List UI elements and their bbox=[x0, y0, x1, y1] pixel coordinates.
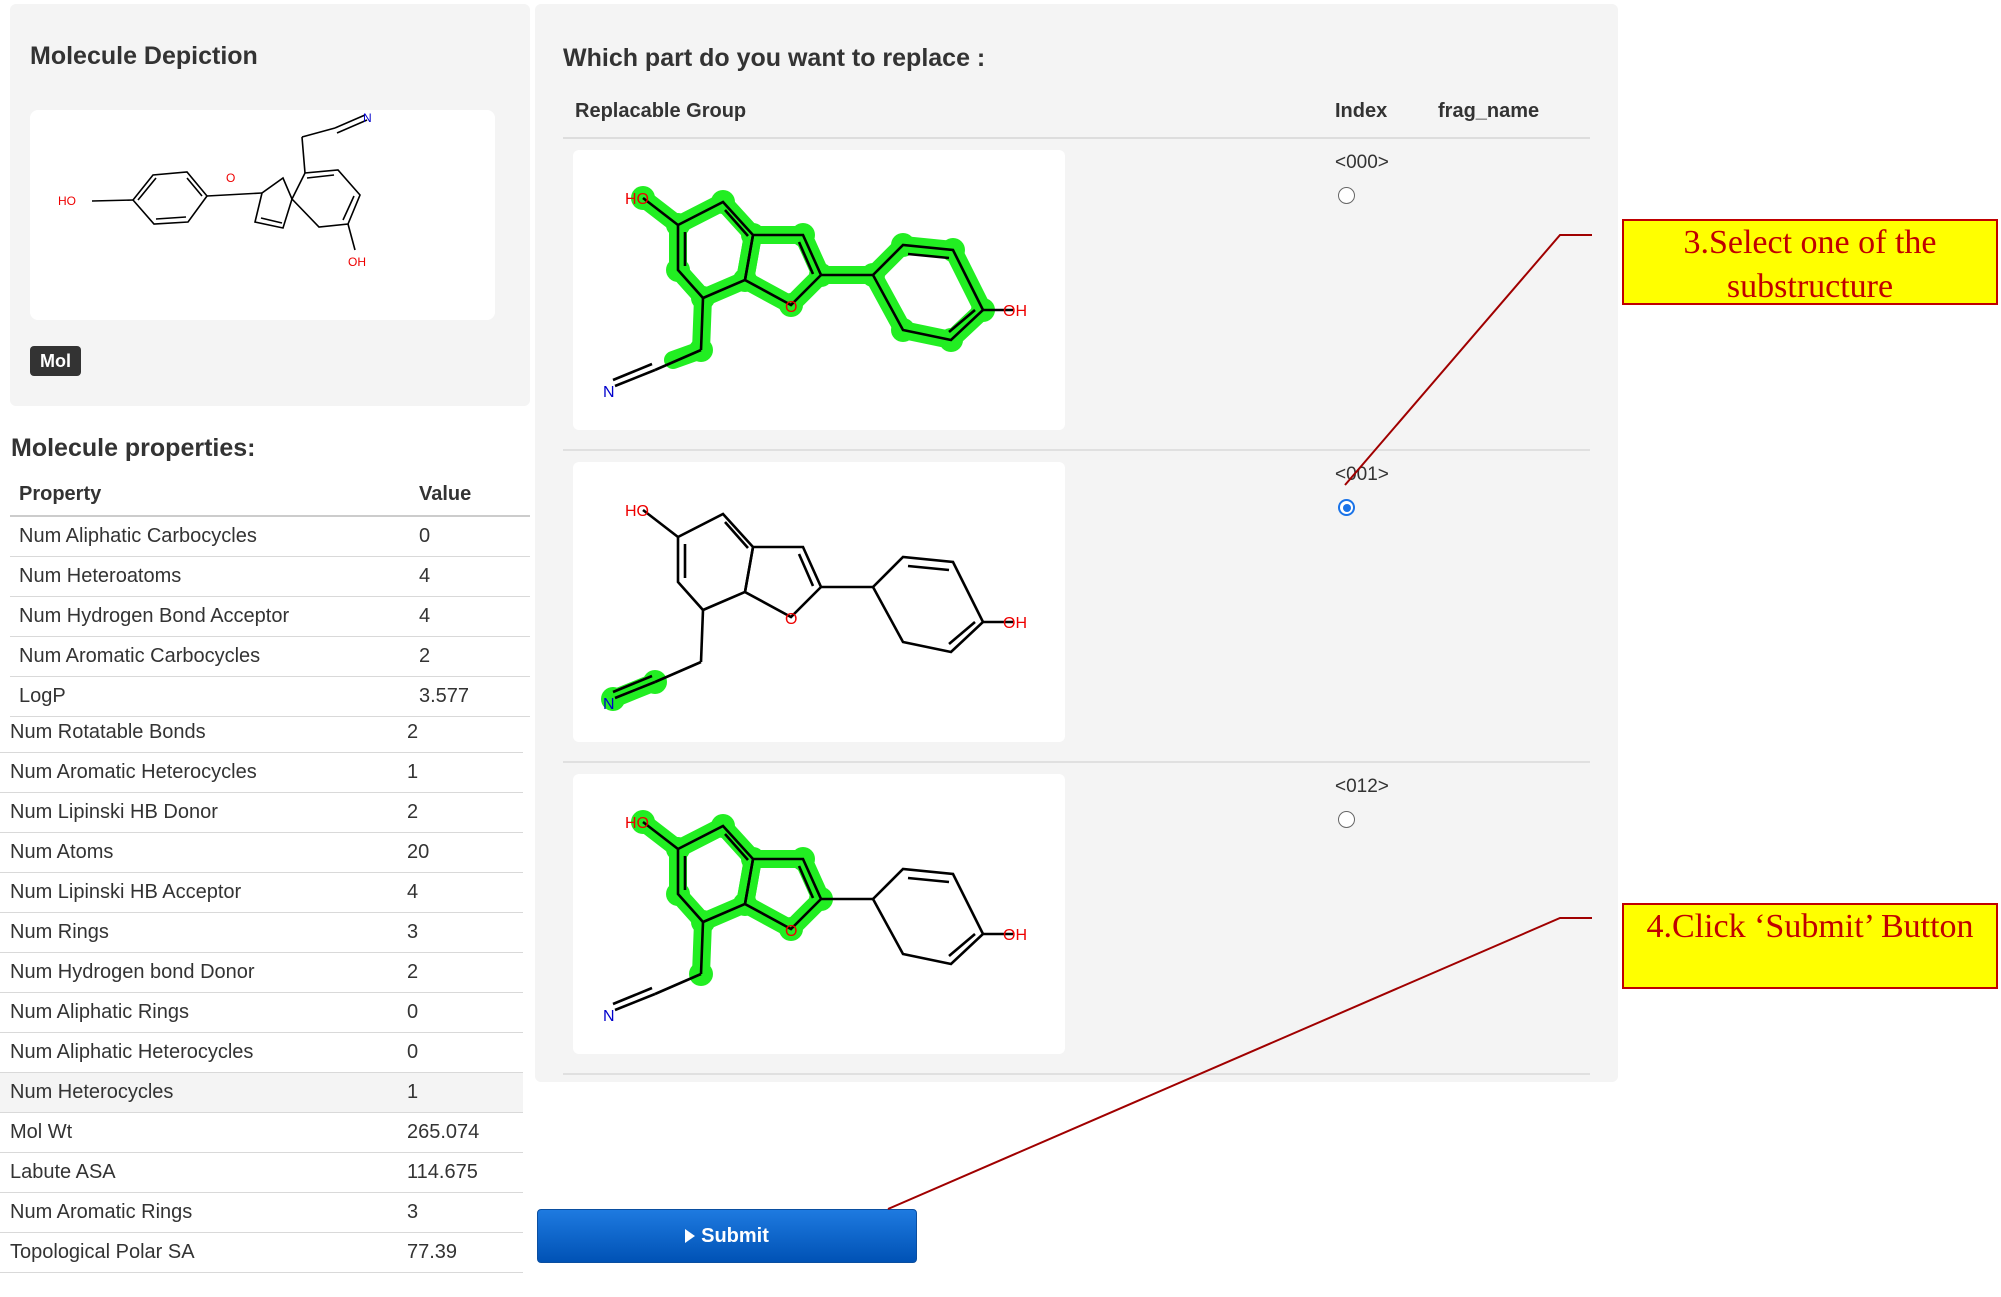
annotation-lines bbox=[887, 234, 1592, 1210]
annotation-step4: 4.Click ‘Submit’ Button bbox=[1622, 903, 1998, 989]
annotation-step3: 3.Select one of the substructure bbox=[1622, 219, 1998, 305]
